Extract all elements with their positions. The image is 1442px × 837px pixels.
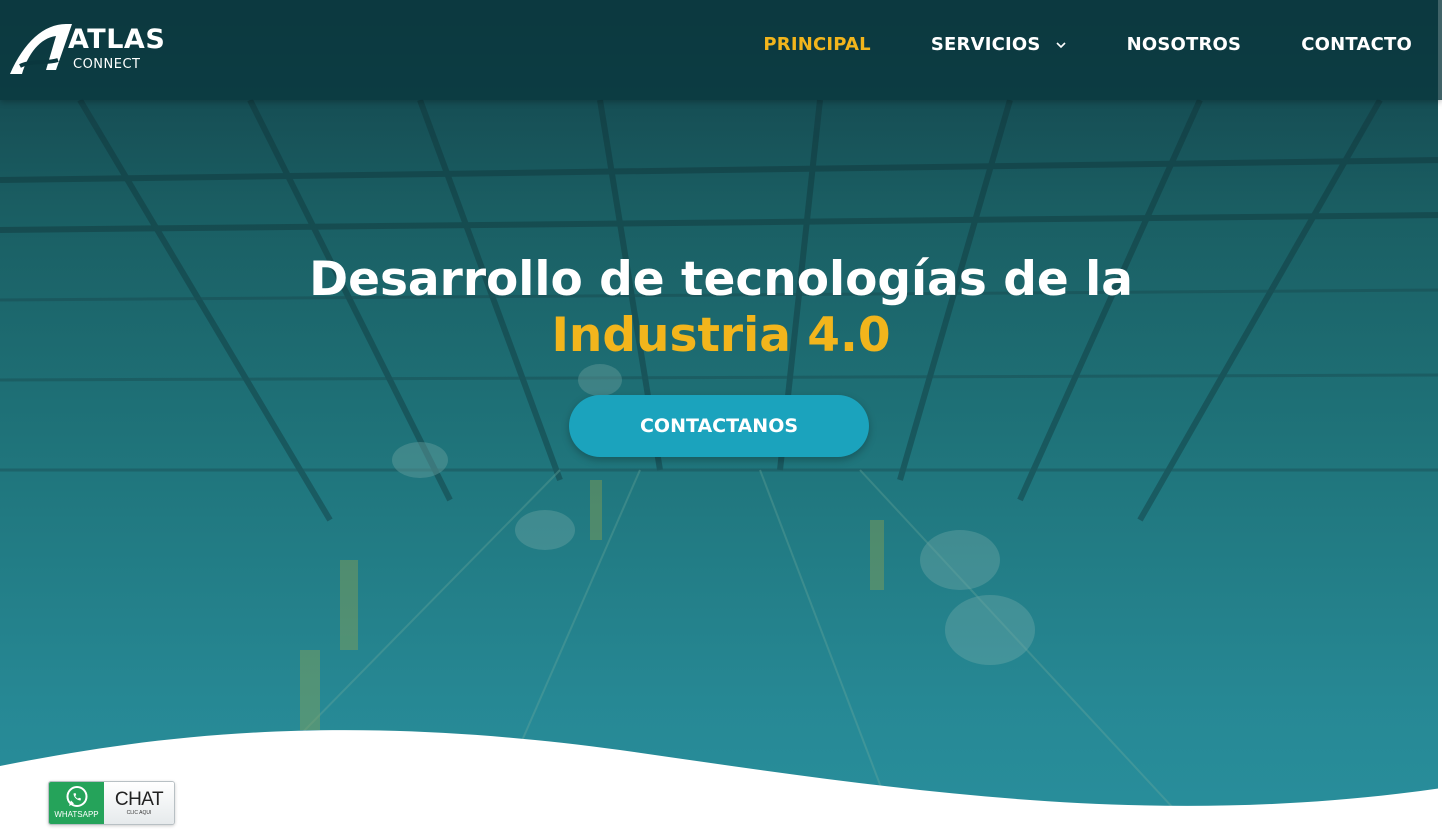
nav-item-servicios[interactable]: SERVICIOS bbox=[931, 34, 1067, 55]
brand-tagline: CONNECT bbox=[73, 57, 141, 72]
nav-item-nosotros[interactable]: NOSOTROS bbox=[1127, 34, 1242, 55]
nav-item-label: NOSOTROS bbox=[1126, 34, 1242, 55]
atlas-logo[interactable]: ATLAS CONNECT bbox=[6, 20, 176, 76]
hero-title: Desarrollo de tecnologías de la Industri… bbox=[0, 252, 1442, 364]
chevron-down-icon bbox=[1056, 41, 1066, 48]
whatsapp-chat-widget[interactable]: WHATSAPP CHAT CLIC AQUI bbox=[48, 781, 175, 825]
hero-title-line2: Industria 4.0 bbox=[551, 308, 891, 363]
hero-wave-divider bbox=[0, 730, 1442, 837]
nav-item-label: CONTACTO bbox=[1301, 34, 1412, 55]
whatsapp-badge: WHATSAPP bbox=[49, 782, 104, 824]
nav-item-principal[interactable]: PRINCIPAL bbox=[763, 34, 870, 55]
main-nav: PRINCIPAL SERVICIOS NOSOTROS CONTACTO bbox=[703, 34, 1412, 55]
chat-subtitle: CLIC AQUI bbox=[126, 810, 152, 816]
nav-item-label: SERVICIOS bbox=[930, 34, 1041, 55]
chat-label-panel: CHAT CLIC AQUI bbox=[104, 782, 174, 824]
chat-title: CHAT bbox=[114, 789, 164, 810]
page: ATLAS CONNECT PRINCIPAL SERVICIOS NOSOTR… bbox=[0, 0, 1442, 837]
site-header: ATLAS CONNECT PRINCIPAL SERVICIOS NOSOTR… bbox=[0, 0, 1442, 100]
nav-item-contacto[interactable]: CONTACTO bbox=[1301, 34, 1412, 55]
whatsapp-icon bbox=[66, 786, 87, 807]
hero-title-line1: Desarrollo de tecnologías de la bbox=[309, 252, 1133, 307]
contact-cta-button[interactable]: CONTACTANOS bbox=[569, 395, 869, 457]
brand-name: ATLAS bbox=[68, 24, 166, 55]
atlas-logo-icon bbox=[10, 24, 72, 74]
whatsapp-label: WHATSAPP bbox=[54, 810, 99, 819]
scrollbar-edge bbox=[1438, 0, 1442, 837]
nav-item-label: PRINCIPAL bbox=[763, 34, 871, 55]
